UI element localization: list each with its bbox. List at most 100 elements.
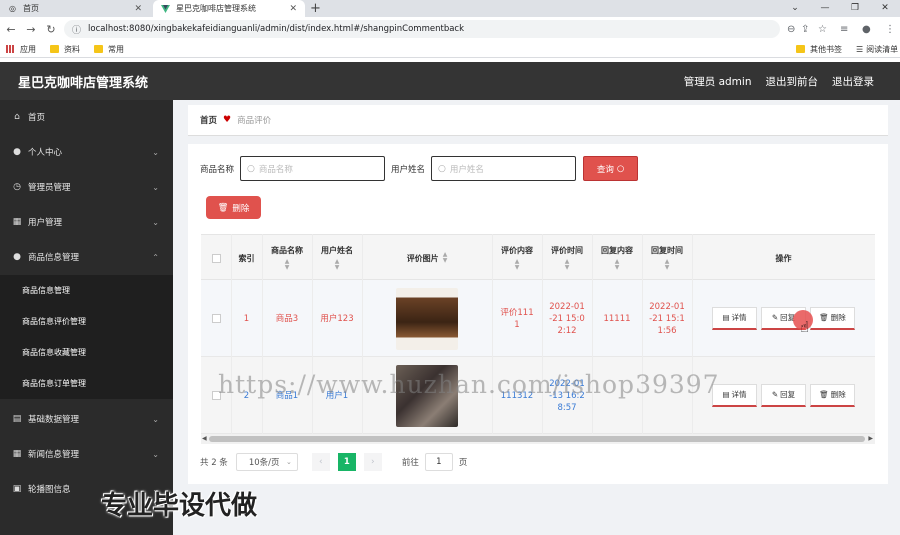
profile-icon[interactable]: ● bbox=[862, 17, 871, 41]
bookmark-apps[interactable]: 应用 bbox=[6, 44, 36, 55]
reply-button[interactable]: ✎ 回复 bbox=[761, 384, 806, 407]
placeholder: 用户姓名 bbox=[449, 164, 484, 175]
sort-icon[interactable]: ▲ ▼ bbox=[615, 259, 620, 271]
query-label: 查询 bbox=[596, 164, 614, 175]
sort-icon[interactable]: ▲ ▼ bbox=[515, 259, 520, 271]
new-tab-icon[interactable]: + bbox=[310, 0, 321, 17]
goto-page-input[interactable]: 1 bbox=[424, 453, 453, 471]
sort-icon[interactable]: ▲ ▼ bbox=[665, 259, 670, 271]
sidebar-item-basic-data[interactable]: ▤ 基础数据管理 ⌄ bbox=[0, 402, 173, 436]
sidebar-subitem-product-favorites[interactable]: 商品信息收藏管理 bbox=[0, 337, 173, 368]
reload-icon[interactable]: ↻ bbox=[42, 23, 60, 36]
caption-overlay: 专业毕设代做 bbox=[101, 491, 258, 521]
bookmark-folder[interactable]: 资料 bbox=[50, 44, 80, 55]
info-icon[interactable]: ⓘ bbox=[72, 23, 81, 36]
sidebar-subitem-label: 商品信息收藏管理 bbox=[22, 348, 86, 357]
sidebar-item-label: 商品信息管理 bbox=[28, 253, 80, 263]
sidebar-subitem-product-orders[interactable]: 商品信息订单管理 bbox=[0, 368, 173, 399]
sidebar-item-label: 用户管理 bbox=[28, 218, 63, 228]
search-icon: ○ bbox=[616, 163, 625, 174]
sidebar-item-home[interactable]: ⌂ 首页 bbox=[0, 100, 173, 134]
current-page[interactable]: 1 bbox=[337, 453, 356, 471]
sort-icon[interactable]: ▲ ▼ bbox=[443, 252, 448, 264]
close-icon[interactable]: ✕ bbox=[134, 4, 142, 14]
sidebar-item-users[interactable]: ▦ 用户管理 ⌄ bbox=[0, 205, 173, 239]
cell-index: 1 bbox=[243, 313, 250, 324]
header-reply[interactable]: 回复内容 ▲ ▼ bbox=[592, 235, 642, 281]
delete-button[interactable]: 🗑 删除 bbox=[810, 384, 855, 407]
trash-icon: 🗑 bbox=[819, 390, 829, 399]
share-icon[interactable]: ⇪ bbox=[801, 17, 809, 41]
search-icon: ○ bbox=[438, 163, 446, 174]
batch-delete-button[interactable]: 🗑 删除 bbox=[206, 196, 261, 219]
next-page-button[interactable]: › bbox=[363, 453, 382, 471]
sidebar-item-label: 首页 bbox=[28, 113, 46, 123]
scrollbar-thumb[interactable] bbox=[209, 436, 865, 442]
logout-link[interactable]: 退出登录 bbox=[832, 74, 874, 89]
header-time[interactable]: 评价时间 ▲ ▼ bbox=[542, 235, 592, 281]
header-checkbox[interactable] bbox=[201, 235, 231, 281]
forward-icon[interactable]: → bbox=[22, 23, 40, 36]
header-reply-time[interactable]: 回复时间 ▲ ▼ bbox=[642, 235, 692, 281]
cell-image bbox=[362, 280, 492, 357]
sidebar-subitem-product-info[interactable]: 商品信息管理 bbox=[0, 275, 173, 306]
browser-tab-active[interactable]: 星巴克咖啡店管理系统 ✕ bbox=[153, 0, 305, 17]
sidebar-subitem-product-comments[interactable]: 商品信息评价管理 bbox=[0, 306, 173, 337]
scroll-left-icon[interactable]: ◀ bbox=[202, 435, 207, 442]
cell-content: 评价111 1 bbox=[500, 307, 534, 330]
browser-tabbar: ◎ 首页 ✕ 星巴克咖啡店管理系统 ✕ + ⌄ — ❐ ✕ bbox=[0, 0, 900, 17]
image-icon: ▣ bbox=[12, 484, 22, 494]
detail-button[interactable]: ▤ 详情 bbox=[712, 307, 757, 330]
star-icon[interactable]: ☆ bbox=[818, 17, 827, 41]
sidebar-item-profile[interactable]: ● 个人中心 ⌄ bbox=[0, 135, 173, 169]
bookmark-folder[interactable]: 常用 bbox=[94, 44, 124, 55]
chevron-down-icon[interactable]: ⌄ bbox=[780, 0, 810, 17]
close-icon[interactable]: ✕ bbox=[289, 4, 297, 14]
more-icon[interactable]: ⋮ bbox=[885, 17, 895, 41]
restore-icon[interactable]: ❐ bbox=[840, 0, 870, 17]
sidebar-subitem-label: 商品信息评价管理 bbox=[22, 317, 86, 326]
header-content[interactable]: 评价内容 ▲ ▼ bbox=[492, 235, 542, 281]
address-bar-row: ← → ↻ ⓘ localhost:8080/xingbakekafeidian… bbox=[0, 17, 900, 41]
horizontal-scrollbar[interactable]: ◀ ▶ bbox=[201, 434, 875, 444]
delete-button[interactable]: 🗑 删除 bbox=[810, 307, 855, 330]
user-name-input[interactable]: ○ 用户姓名 bbox=[431, 156, 577, 181]
close-window-icon[interactable]: ✕ bbox=[870, 0, 900, 17]
placeholder: 商品名称 bbox=[258, 164, 293, 175]
doc-icon: ▤ bbox=[722, 390, 730, 399]
header-product[interactable]: 商品名称 ▲ ▼ bbox=[262, 235, 312, 281]
bookmarks-bar: 应用 资料 常用 其他书签 ☰ 阅读清单 bbox=[0, 41, 900, 58]
breadcrumb-home[interactable]: 首页 bbox=[200, 114, 217, 126]
url-field[interactable]: ⓘ localhost:8080/xingbakekafeidianguanli… bbox=[64, 20, 780, 38]
bookmark-other[interactable]: 其他书签 bbox=[796, 44, 842, 55]
sidebar-item-products[interactable]: ● 商品信息管理 ⌃ bbox=[0, 240, 173, 274]
sidebar-item-label: 管理员管理 bbox=[28, 183, 71, 193]
prev-page-button[interactable]: ‹ bbox=[311, 453, 330, 471]
sidebar-item-news[interactable]: ▦ 新闻信息管理 ⌄ bbox=[0, 437, 173, 471]
scroll-right-icon[interactable]: ▶ bbox=[868, 435, 873, 442]
sidebar-subitem-label: 商品信息管理 bbox=[22, 286, 70, 295]
bookmark-label: 常用 bbox=[108, 44, 124, 54]
row-checkbox[interactable] bbox=[211, 314, 221, 323]
sort-icon[interactable]: ▲ ▼ bbox=[285, 259, 290, 271]
query-button[interactable]: 查询 ○ bbox=[583, 156, 639, 181]
window-controls: ⌄ — ❐ ✕ bbox=[780, 0, 900, 17]
zoom-icon[interactable]: ⊖ bbox=[787, 17, 795, 41]
product-name-input[interactable]: ○ 商品名称 bbox=[240, 156, 386, 181]
page-size-select[interactable]: 10条/页 ⌄ bbox=[235, 453, 298, 471]
product-name-label: 商品名称 bbox=[200, 164, 235, 175]
reading-list-icon[interactable]: ≡ bbox=[840, 17, 848, 41]
sidebar-item-admin[interactable]: ◷ 管理员管理 ⌄ bbox=[0, 170, 173, 204]
browser-tab-home[interactable]: ◎ 首页 ✕ bbox=[0, 0, 150, 17]
back-icon[interactable]: ← bbox=[2, 23, 20, 36]
minimize-icon[interactable]: — bbox=[810, 0, 840, 17]
sort-icon[interactable]: ▲ ▼ bbox=[335, 259, 340, 271]
header-user[interactable]: 用户姓名 ▲ ▼ bbox=[312, 235, 362, 281]
bookmark-reading-list[interactable]: ☰ 阅读清单 bbox=[856, 44, 898, 55]
back-to-front-link[interactable]: 退出到前台 bbox=[766, 74, 819, 89]
sidebar-item-label: 新闻信息管理 bbox=[28, 450, 80, 460]
checkbox[interactable] bbox=[211, 253, 221, 263]
url-text: localhost:8080/xingbakekafeidianguanli/a… bbox=[88, 24, 465, 34]
sort-icon[interactable]: ▲ ▼ bbox=[565, 259, 570, 271]
header-image[interactable]: 评价图片 ▲ ▼ bbox=[362, 235, 492, 281]
